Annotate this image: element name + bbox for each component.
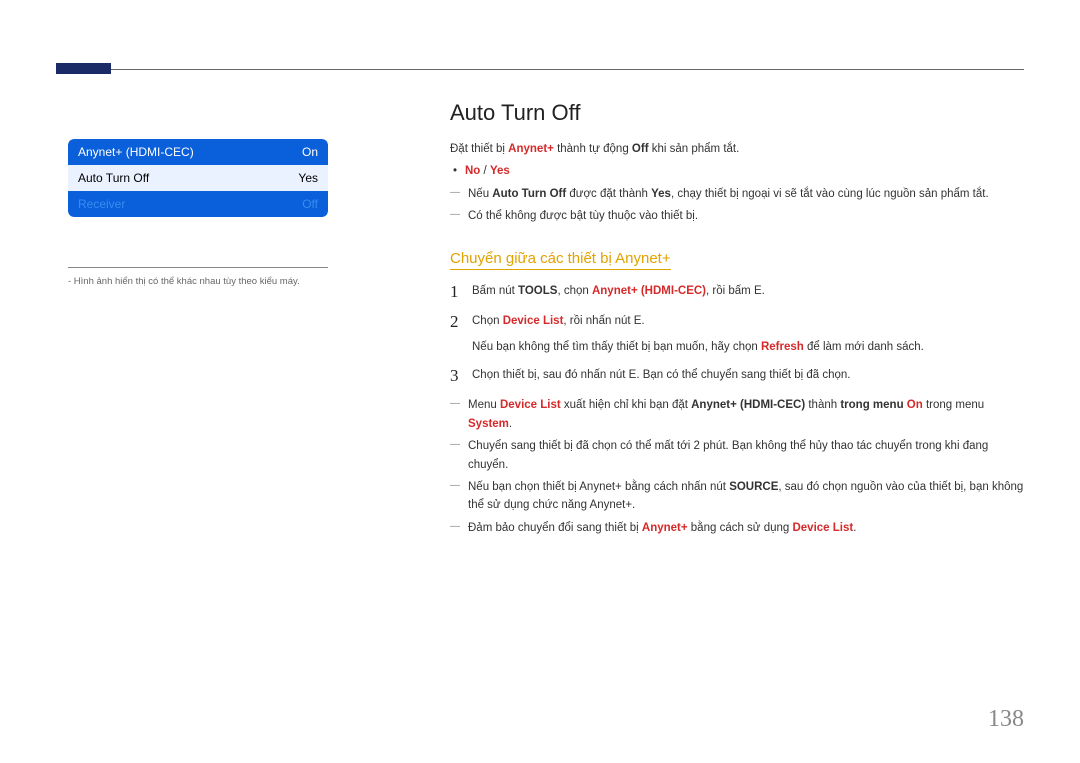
text: Chuyển sang thiết bị đã chọn có thể mất … [468,440,988,470]
text: Đảm bảo chuyển đổi sang thiết bị [468,522,642,534]
section-heading: Auto Turn Off [450,100,1025,126]
text: Đặt thiết bị [450,143,508,155]
text: thành [805,399,840,411]
keyword: Auto Turn Off [492,188,566,200]
menu-row-auto-turn-off: Auto Turn Off Yes [68,165,328,191]
keyword-anynet: Anynet+ [508,143,554,155]
keyword: Yes [651,188,671,200]
bottom-note-1: Menu Device List xuất hiện chỉ khi bạn đ… [450,396,1025,433]
footnote-rule [68,267,328,268]
text: , rồi nhấn nút [563,315,633,327]
menu-row-receiver: Receiver Off [68,191,328,217]
text: , rồi bấm [706,285,754,297]
text: khi sản phẩm tắt. [649,143,740,155]
step-subtext: Nếu bạn không thể tìm thấy thiết bị bạn … [472,338,1025,356]
bottom-note-2: Chuyển sang thiết bị đã chọn có thể mất … [450,437,1025,474]
keyword-device-list: Device List [792,522,853,534]
keyword: Anynet+ (HDMI-CEC) [691,399,805,411]
text: . [853,522,856,534]
note-line: Nếu Auto Turn Off được đặt thành Yes, ch… [450,185,1025,203]
text: trong menu [840,399,906,411]
keyword-off: Off [632,143,649,155]
text: Bấm nút [472,285,518,297]
step-number: 2 [450,312,472,357]
text: Chọn thiết bị, sau đó nhấn nút [472,369,629,381]
text: Nếu bạn chọn thiết bị Anynet+ bằng cách … [468,481,729,493]
keyword: Device List [500,399,561,411]
step-1: 1 Bấm nút TOOLS, chọn Anynet+ (HDMI-CEC)… [450,282,1025,302]
step-3: 3 Chọn thiết bị, sau đó nhấn nút E. Bạn … [450,366,1025,386]
menu-value: Off [302,197,318,211]
header-accent-bar [56,63,111,74]
menu-value: Yes [298,171,318,185]
text: bằng cách sử dụng [688,522,793,534]
image-footnote: - Hình ảnh hiển thị có thể khác nhau tùy… [68,276,328,287]
separator: / [480,165,490,177]
text: Menu [468,399,500,411]
text: , chạy thiết bị ngoại vi sẽ tắt vào cùng… [671,188,989,200]
keyword-tools: TOOLS [518,285,557,297]
bottom-note-4: Đảm bảo chuyển đổi sang thiết bị Anynet+… [450,519,1025,537]
page-number: 138 [988,706,1024,733]
option-no: No [465,165,480,177]
step-text: Chọn thiết bị, sau đó nhấn nút E. Bạn có… [472,366,1025,386]
header-rule [56,69,1024,70]
text: Nếu [468,188,492,200]
text: Có thể không được bật tùy thuộc vào thiế… [468,210,698,222]
text: Chọn [472,315,503,327]
keyword-system: System [468,418,509,430]
option-bullet: No / Yes [450,162,1025,180]
text: thành tự động [554,143,632,155]
text: trong menu [926,399,984,411]
text: . [641,315,644,327]
step-2: 2 Chọn Device List, rồi nhấn nút E. Nếu … [450,312,1025,357]
keyword-anynet: Anynet+ [642,522,688,534]
intro-line: Đặt thiết bị Anynet+ thành tự động Off k… [450,140,1025,158]
text: Nếu bạn không thể tìm thấy thiết bị bạn … [472,341,761,353]
text: được đặt thành [566,188,651,200]
text: . Bạn có thể chuyển sang thiết bị đã chọ… [636,369,850,381]
menu-row-anynet: Anynet+ (HDMI-CEC) On [68,139,328,165]
text: . [762,285,765,297]
bottom-note-3: Nếu bạn chọn thiết bị Anynet+ bằng cách … [450,478,1025,515]
keyword-device-list: Device List [503,315,564,327]
subsection-heading: Chuyển giữa các thiết bị Anynet+ [450,250,671,270]
menu-label: Receiver [78,197,125,211]
step-text: Chọn Device List, rồi nhấn nút E. Nếu bạ… [472,312,1025,357]
menu-label: Auto Turn Off [78,171,149,185]
note-line: Có thể không được bật tùy thuộc vào thiế… [450,207,1025,225]
text: xuất hiện chỉ khi bạn đặt [561,399,691,411]
text: , chọn [557,285,592,297]
text: . [509,418,512,430]
step-number: 1 [450,282,472,302]
keyword: On [907,399,923,411]
keyword-refresh: Refresh [761,341,804,353]
enter-key-icon: E [754,285,762,297]
menu-value: On [302,145,318,159]
step-text: Bấm nút TOOLS, chọn Anynet+ (HDMI-CEC), … [472,282,1025,302]
option-yes: Yes [490,165,510,177]
settings-menu-preview: Anynet+ (HDMI-CEC) On Auto Turn Off Yes … [68,139,328,217]
keyword-source: SOURCE [729,481,778,493]
menu-label: Anynet+ (HDMI-CEC) [78,145,194,159]
text: để làm mới danh sách. [804,341,924,353]
keyword-anynet: Anynet+ (HDMI-CEC) [592,285,706,297]
step-number: 3 [450,366,472,386]
